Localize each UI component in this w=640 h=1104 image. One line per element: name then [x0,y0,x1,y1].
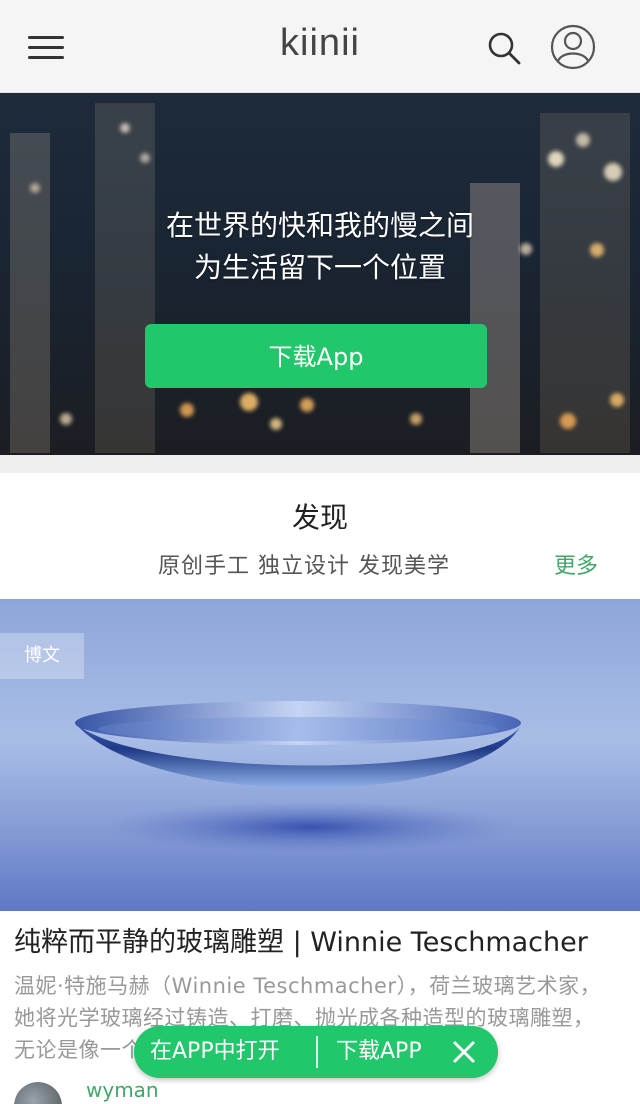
hero-banner: 在世界的快和我的慢之间 为生活留下一个位置 下载App [0,93,640,455]
more-link[interactable]: 更多 [554,548,598,580]
top-header: kiinii [0,0,640,93]
download-app-link[interactable]: 下载APP [336,1026,422,1078]
discover-title: 发现 [291,501,348,534]
hero-slogan: 在世界的快和我的慢之间 为生活留下一个位置 [0,205,640,289]
close-icon[interactable] [452,1040,476,1064]
open-in-app-button[interactable]: 在APP中打开 [150,1026,280,1078]
article-title[interactable]: 纯粹而平静的玻璃雕塑 | Winnie Teschmacher [14,920,588,959]
author-avatar[interactable] [14,1082,62,1104]
user-avatar-icon[interactable] [550,24,596,70]
hero-line-1: 在世界的快和我的慢之间 [165,209,474,242]
site-logo[interactable]: kiinii [0,22,640,65]
pill-divider [316,1036,318,1068]
glass-sculpture-illustration [75,701,521,853]
discover-subtitle: 原创手工 独立设计 发现美学 [158,554,450,579]
article-cover-image[interactable]: 博文 [0,599,640,911]
article-type-tag: 博文 [0,633,84,679]
page: kiinii 在世界的快和我的慢之间 为生活留下一个位置 下载App 发现 原创… [0,0,640,1104]
download-app-button[interactable]: 下载App [145,324,487,388]
open-app-floating-bar: 在APP中打开 下载APP [134,1026,498,1078]
search-icon[interactable] [486,30,522,66]
section-divider [0,455,640,473]
hero-line-2: 为生活留下一个位置 [193,251,446,284]
author-name[interactable]: wyman [86,1078,159,1102]
